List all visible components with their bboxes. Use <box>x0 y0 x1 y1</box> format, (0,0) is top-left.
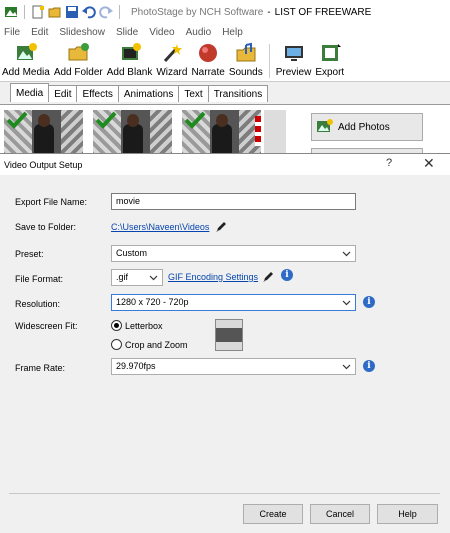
app-logo-icon <box>5 7 17 17</box>
file-format-select[interactable]: .gif <box>111 269 163 286</box>
frame-rate-info-icon[interactable]: i <box>363 360 375 372</box>
menu-edit[interactable]: Edit <box>31 27 48 38</box>
checkmark-icon <box>184 111 206 129</box>
preview-button[interactable]: Preview <box>274 40 314 81</box>
sounds-button[interactable]: Sounds <box>227 40 265 81</box>
menu-audio[interactable]: Audio <box>186 27 212 38</box>
preview-screen-icon <box>284 46 303 61</box>
dialog-title: Video Output Setup <box>4 159 83 170</box>
add-folder-icon <box>68 43 90 61</box>
undo-icon[interactable] <box>82 5 96 19</box>
gif-encoding-settings-link[interactable]: GIF Encoding Settings <box>168 272 258 282</box>
export-film-icon <box>321 44 341 61</box>
help-button[interactable]: Help <box>377 504 438 524</box>
media-panel: Add Photos <box>0 104 450 160</box>
add-photos-button[interactable]: Add Photos <box>311 113 423 141</box>
file-format-label: File Format: <box>15 274 64 284</box>
save-to-folder-label: Save to Folder: <box>15 222 77 232</box>
resolution-value: 1280 x 720 - 720p <box>116 297 189 307</box>
sounds-folder-icon <box>236 42 256 62</box>
document-title: LIST OF FREEWARE <box>274 6 372 18</box>
export-file-name-label: Export File Name: <box>15 197 88 207</box>
add-media-button[interactable]: Add Media <box>0 40 52 81</box>
add-blank-button[interactable]: Add Blank <box>105 40 155 81</box>
menu-slide[interactable]: Slide <box>116 27 138 38</box>
document-title-separator: - <box>267 6 271 18</box>
record-icon <box>199 44 218 62</box>
add-media-icon <box>16 43 37 60</box>
panel-tabs: Media Edit Effects Animations Text Trans… <box>10 83 269 102</box>
dialog-separator <box>9 493 440 494</box>
export-button[interactable]: Export <box>313 40 346 81</box>
app-name: PhotoStage by NCH Software <box>131 6 264 18</box>
menu-video[interactable]: Video <box>149 27 174 38</box>
menu-slideshow[interactable]: Slideshow <box>59 27 105 38</box>
edit-folder-pencil-icon[interactable] <box>215 221 227 233</box>
add-photos-icon <box>317 119 333 132</box>
save-icon[interactable] <box>65 5 79 19</box>
checkmark-icon <box>95 111 117 129</box>
create-button[interactable]: Create <box>243 504 303 524</box>
wizard-button[interactable]: Wizard <box>154 40 189 81</box>
tab-transitions[interactable]: Transitions <box>207 85 269 102</box>
magic-wand-icon <box>163 44 182 63</box>
file-format-value: .gif <box>116 272 129 282</box>
tab-media[interactable]: Media <box>10 83 50 102</box>
tab-animations[interactable]: Animations <box>117 85 180 102</box>
media-thumbnail[interactable] <box>182 110 261 157</box>
letterbox-radio[interactable] <box>111 320 122 331</box>
resolution-info-icon[interactable]: i <box>363 296 375 308</box>
quick-access-toolbar <box>0 5 123 19</box>
resolution-label: Resolution: <box>15 299 61 309</box>
save-to-folder-link[interactable]: C:\Users\Naveen\Videos <box>111 222 209 232</box>
media-scroll-area[interactable] <box>264 110 286 157</box>
crop-and-zoom-radio[interactable] <box>111 339 122 350</box>
app-titlebar: PhotoStage by NCH Software - LIST OF FRE… <box>0 0 450 24</box>
checkmark-icon <box>6 111 28 129</box>
panel-tabs-row: Media Edit Effects Animations Text Trans… <box>0 82 450 104</box>
widescreen-preview <box>215 319 243 351</box>
help-icon[interactable]: ? <box>386 157 392 169</box>
dialog-titlebar: Video Output Setup <box>0 154 450 175</box>
preset-value: Custom <box>116 248 148 258</box>
tab-text[interactable]: Text <box>178 85 209 102</box>
open-folder-icon[interactable] <box>48 5 62 19</box>
menu-help[interactable]: Help <box>222 27 243 38</box>
preset-label: Preset: <box>15 249 44 259</box>
media-thumbnail[interactable] <box>4 110 83 157</box>
menu-bar: File Edit Slideshow Slide Video Audio He… <box>0 24 450 41</box>
redo-icon[interactable] <box>99 5 113 19</box>
file-format-info-icon[interactable]: i <box>281 269 293 281</box>
close-icon[interactable]: ✕ <box>423 155 435 172</box>
crop-and-zoom-label: Crop and Zoom <box>125 340 188 350</box>
narrate-button[interactable]: Narrate <box>189 40 226 81</box>
letterbox-label: Letterbox <box>125 321 163 331</box>
chevron-down-icon <box>342 364 351 370</box>
main-toolbar: Add Media Add Folder Add Blank Wizard Na… <box>0 41 450 82</box>
frame-rate-value: 29.970fps <box>116 361 156 371</box>
add-folder-button[interactable]: Add Folder <box>52 40 105 81</box>
edit-gif-settings-pencil-icon[interactable] <box>262 271 274 283</box>
video-output-setup-dialog: Video Output Setup ? ✕ Export File Name:… <box>0 153 450 533</box>
resolution-select[interactable]: 1280 x 720 - 720p <box>111 294 356 311</box>
chevron-down-icon <box>342 300 351 306</box>
export-file-name-input[interactable]: movie <box>111 193 356 210</box>
new-file-icon[interactable] <box>31 5 45 19</box>
chevron-down-icon <box>342 251 351 257</box>
tab-edit[interactable]: Edit <box>48 85 78 102</box>
frame-rate-select[interactable]: 29.970fps <box>111 358 356 375</box>
frame-rate-label: Frame Rate: <box>15 363 66 373</box>
add-blank-icon <box>121 43 141 60</box>
cancel-button[interactable]: Cancel <box>310 504 370 524</box>
toolbar-separator <box>268 44 270 78</box>
widescreen-fit-label: Widescreen Fit: <box>15 321 78 331</box>
chevron-down-icon <box>149 275 158 281</box>
tab-effects[interactable]: Effects <box>76 85 119 102</box>
media-thumbnail[interactable] <box>93 110 172 157</box>
preset-select[interactable]: Custom <box>111 245 356 262</box>
menu-file[interactable]: File <box>4 27 20 38</box>
